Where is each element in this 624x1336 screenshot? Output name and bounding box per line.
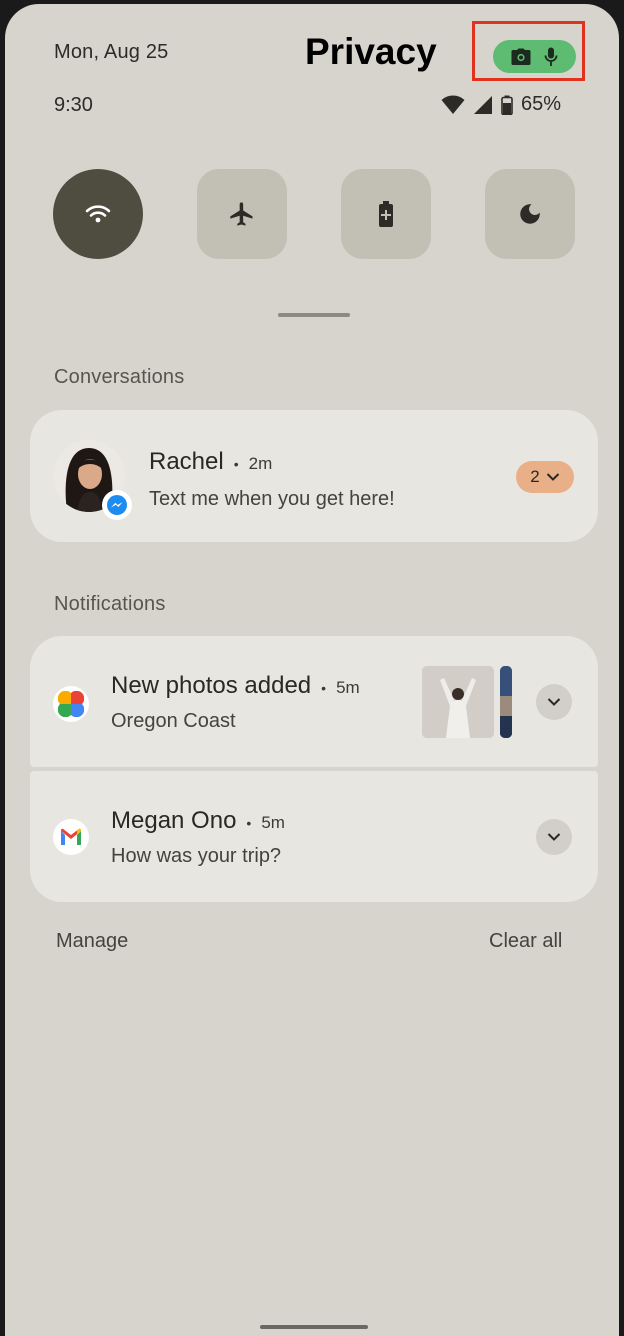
notifications-heading: Notifications — [54, 593, 166, 615]
timestamp: 5m — [261, 813, 285, 832]
conversation-title-line: Rachel • 2m — [149, 448, 272, 476]
chevron-down-icon — [547, 698, 561, 706]
message-count: 2 — [530, 467, 540, 486]
expand-button[interactable] — [536, 819, 572, 855]
conversation-card[interactable]: Rachel • 2m Text me when you get here! 2 — [30, 410, 598, 542]
privacy-annotation: Privacy — [305, 31, 437, 72]
conversations-heading: Conversations — [54, 366, 185, 388]
do-not-disturb-tile[interactable] — [485, 169, 575, 259]
wifi-icon — [85, 205, 111, 223]
separator-dot: • — [321, 680, 327, 696]
timestamp: 5m — [336, 678, 360, 697]
gesture-nav-bar[interactable] — [260, 1325, 368, 1329]
separator-dot: • — [233, 456, 239, 472]
notification-card[interactable]: New photos added • 5m Oregon Coast — [30, 636, 598, 767]
notification-body: How was your trip? — [111, 845, 282, 867]
notification-title: New photos added — [111, 672, 312, 699]
camera-icon — [511, 48, 531, 65]
moon-icon — [520, 204, 540, 224]
gmail-icon — [53, 819, 89, 855]
airplane-icon — [230, 202, 253, 226]
google-photos-icon — [53, 686, 89, 722]
message-preview: Text me when you get here! — [149, 488, 395, 510]
notification-card[interactable]: Megan Ono • 5m How was your trip? — [30, 771, 598, 902]
photo-thumbnail[interactable] — [422, 666, 494, 738]
manage-button[interactable]: Manage — [56, 930, 128, 953]
airplane-mode-tile[interactable] — [197, 169, 287, 259]
timestamp: 2m — [248, 454, 273, 473]
status-icons: 65% — [441, 93, 561, 116]
messenger-icon — [102, 490, 132, 520]
photo-thumbnail[interactable] — [500, 666, 512, 738]
cellular-signal-icon — [474, 95, 492, 114]
privacy-indicator-chip[interactable] — [493, 40, 576, 73]
date-label: Mon, Aug 25 — [54, 41, 169, 63]
chevron-down-icon — [546, 473, 559, 481]
wifi-signal-icon — [441, 95, 465, 114]
shade-drag-handle[interactable] — [278, 313, 350, 317]
notification-title-line: Megan Ono • 5m — [111, 807, 285, 835]
notification-body: Oregon Coast — [111, 710, 236, 732]
battery-icon — [501, 95, 513, 115]
battery-saver-icon — [379, 201, 393, 227]
message-count-badge[interactable]: 2 — [516, 461, 574, 493]
sender-name: Rachel — [149, 448, 224, 475]
microphone-icon — [544, 47, 558, 66]
expand-button[interactable] — [536, 684, 572, 720]
clear-all-button[interactable]: Clear all — [489, 930, 562, 953]
notification-shade: Mon, Aug 25 Privacy 9:30 65% Conversatio… — [5, 4, 619, 1336]
battery-percent: 65% — [521, 93, 562, 115]
battery-saver-tile[interactable] — [341, 169, 431, 259]
notification-title-line: New photos added • 5m — [111, 672, 360, 700]
time-label: 9:30 — [54, 94, 93, 116]
separator-dot: • — [246, 815, 252, 831]
wifi-tile[interactable] — [53, 169, 143, 259]
chevron-down-icon — [547, 833, 561, 841]
notification-title: Megan Ono — [111, 807, 237, 834]
privacy-highlight-box — [472, 21, 585, 81]
